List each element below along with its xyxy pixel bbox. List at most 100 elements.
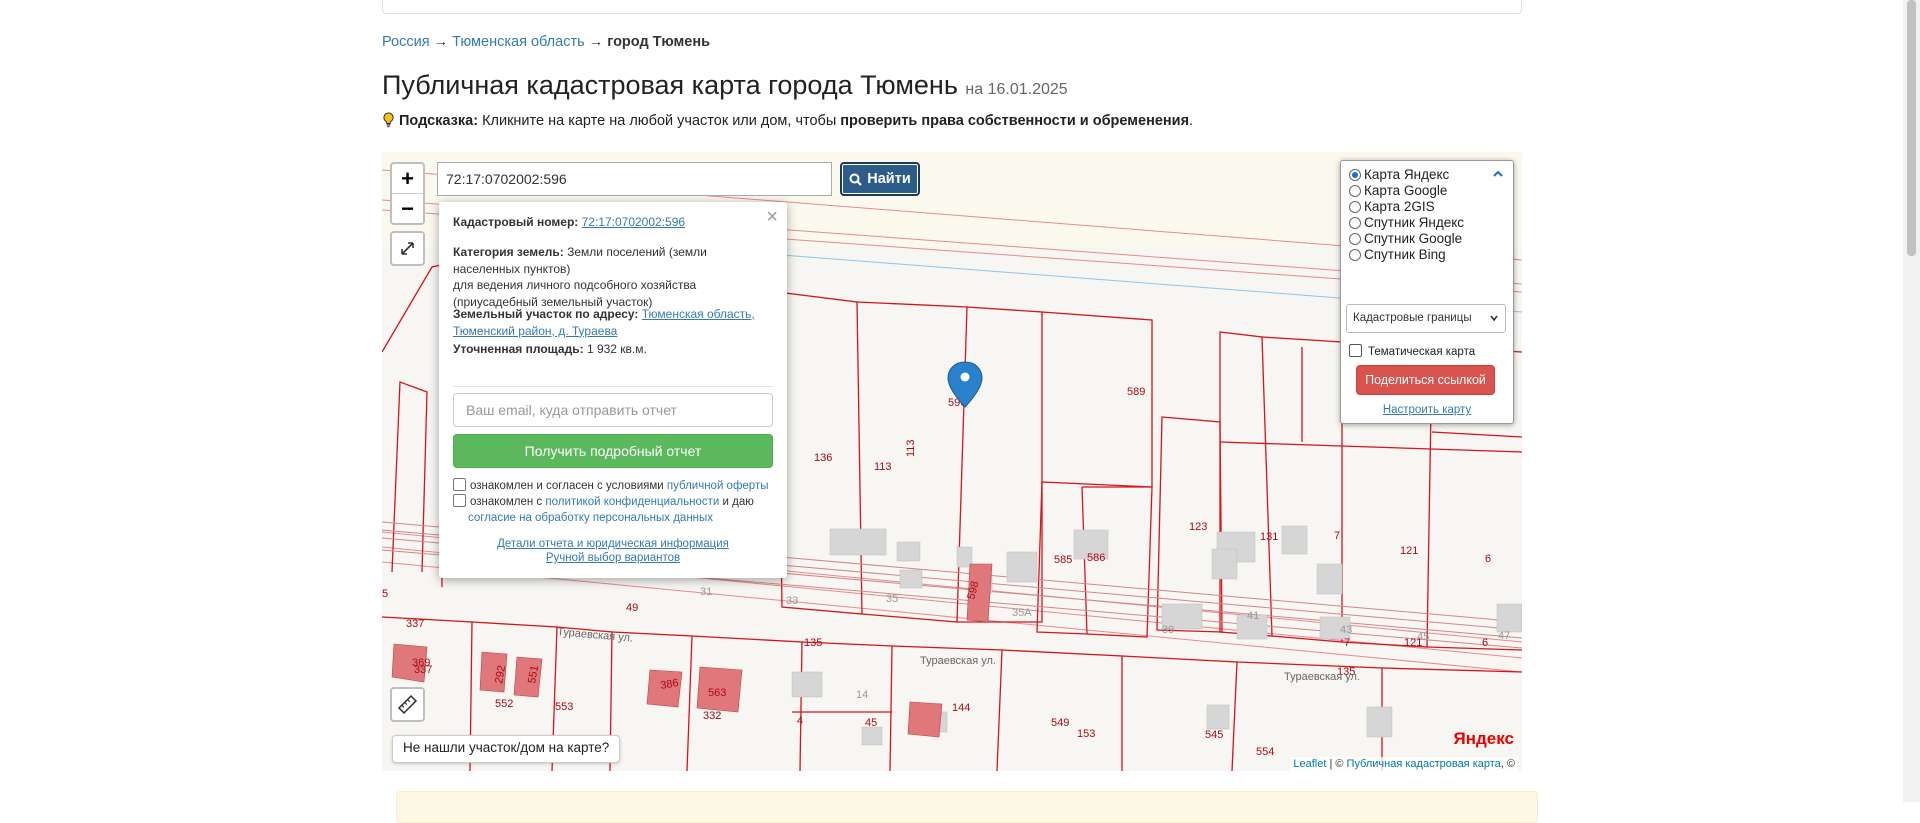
zoom-out-button[interactable]: − xyxy=(392,193,423,223)
layer-option-google-satellite[interactable]: Спутник Google xyxy=(1349,231,1462,246)
thematic-checkbox[interactable] xyxy=(1349,344,1362,357)
plot-label: 49 xyxy=(626,602,638,614)
radio-button[interactable] xyxy=(1349,216,1361,229)
plot-label: 554 xyxy=(1256,746,1274,758)
privacy-policy-link[interactable]: политикой конфиденциальности xyxy=(545,496,719,508)
breadcrumb-russia[interactable]: Россия xyxy=(382,34,430,50)
offer-text: ознакомлен и согласен с условиями xyxy=(470,480,664,492)
breadcrumb-separator: → xyxy=(433,34,449,50)
layer-option-google-map[interactable]: Карта Google xyxy=(1349,183,1447,198)
cadastral-number-link[interactable]: 72:17:0702002:596 xyxy=(582,215,685,229)
plot-label: 153 xyxy=(1077,728,1095,740)
breadcrumb-tyumen-region[interactable]: Тюменская область xyxy=(452,34,585,50)
street-label: Тураевская ул. xyxy=(1284,671,1360,683)
offer-checkbox[interactable] xyxy=(453,478,466,491)
plot-label: 35 xyxy=(886,593,898,605)
plot-label: 39 xyxy=(1162,624,1174,636)
plot-label: 33 xyxy=(786,595,798,607)
zoom-in-button[interactable]: + xyxy=(392,164,423,193)
chevron-up-icon[interactable] xyxy=(1493,169,1503,179)
layer-option-label: Спутник Google xyxy=(1364,231,1463,246)
radio-button[interactable] xyxy=(1349,232,1361,245)
radio-button[interactable] xyxy=(1349,184,1361,197)
layer-option-yandex-map[interactable]: Карта Яндекс xyxy=(1349,167,1449,182)
hint-bold: проверить права собственности и обремене… xyxy=(840,113,1190,129)
plot-info-popup: × Кадастровый номер: 72:17:0702002:596 К… xyxy=(439,202,787,578)
scrollbar-thumb[interactable] xyxy=(1907,0,1916,256)
thematic-label: Тематическая карта xyxy=(1368,346,1476,358)
hint: Подсказка: Кликните на карте на любой уч… xyxy=(382,112,1193,129)
cadastral-map[interactable]: 112 136 113 113 596 589 123 131 7 121 6 … xyxy=(382,152,1522,771)
plot-label: 41 xyxy=(1247,610,1259,622)
plot-label: 7 xyxy=(1334,530,1340,542)
manual-selection-link[interactable]: Ручной выбор вариантов xyxy=(546,552,680,564)
share-link-button[interactable]: Поделиться ссылкой xyxy=(1356,365,1495,395)
plot-label: 586 xyxy=(1087,552,1105,564)
page-scrollbar[interactable] xyxy=(1903,0,1920,802)
radio-button[interactable] xyxy=(1349,248,1361,261)
fullscreen-button[interactable] xyxy=(390,231,425,266)
personal-data-consent-link[interactable]: согласие на обработку персональных данны… xyxy=(468,512,713,524)
public-cadastral-map-link[interactable]: Публичная кадастровая карта xyxy=(1347,758,1501,770)
plot-label: 589 xyxy=(1127,386,1145,398)
privacy-text: ознакомлен с xyxy=(470,496,543,508)
ruler-icon xyxy=(397,694,418,715)
layer-option-label: Карта Яндекс xyxy=(1364,167,1450,182)
plot-label: 113 xyxy=(905,439,917,457)
plot-label: 563 xyxy=(708,687,726,699)
overlay-select[interactable]: Кадастровые границы xyxy=(1346,304,1506,333)
privacy-checkbox[interactable] xyxy=(453,494,466,507)
find-button-label: Найти xyxy=(867,171,911,187)
radio-button[interactable] xyxy=(1349,168,1361,181)
overlay-select-value: Кадастровые границы xyxy=(1353,312,1472,324)
expand-icon xyxy=(401,242,414,255)
search-icon xyxy=(849,173,863,186)
email-field[interactable]: Ваш email, куда отправить отчет xyxy=(453,393,773,427)
area-label: Уточненная площадь: xyxy=(453,342,584,356)
address-row: Земельный участок по адресу: Тюменская о… xyxy=(453,306,763,339)
plot-label: 6 xyxy=(1482,637,1488,649)
plot-label: 47 xyxy=(1498,630,1510,642)
map-attribution: Leaflet | © Публичная кадастровая карта,… xyxy=(1290,757,1518,771)
offer-link[interactable]: публичной оферты xyxy=(667,480,769,492)
thematic-map-option[interactable]: Тематическая карта xyxy=(1349,344,1475,358)
plot-label: 545 xyxy=(1205,729,1223,741)
plot-label: 6 xyxy=(1485,553,1491,565)
plot-label: 7 xyxy=(1344,637,1350,649)
layer-option-bing-satellite[interactable]: Спутник Bing xyxy=(1349,247,1446,262)
find-button[interactable]: Найти xyxy=(840,162,920,196)
layer-option-label: Карта 2GIS xyxy=(1364,199,1435,214)
radio-button[interactable] xyxy=(1349,200,1361,213)
report-details-link[interactable]: Детали отчета и юридическая информация xyxy=(497,538,729,550)
plot-label: 35А xyxy=(1012,607,1032,619)
layer-option-2gis-map[interactable]: Карта 2GIS xyxy=(1349,199,1435,214)
privacy-mid-text: и даю xyxy=(722,496,754,508)
measure-button[interactable] xyxy=(390,687,425,722)
plot-label: 553 xyxy=(555,701,573,713)
close-icon[interactable]: × xyxy=(766,206,778,229)
hint-text: Кликните на карте на любой участок или д… xyxy=(482,113,837,129)
plot-label: 121 xyxy=(1404,637,1422,649)
cadastral-search-input[interactable] xyxy=(437,162,832,196)
attribution-tail: , © xyxy=(1500,758,1515,770)
plot-label: 131 xyxy=(1260,531,1278,543)
plot-label: 332 xyxy=(703,710,721,722)
offer-agreement: ознакомлен и согласен с условиями публич… xyxy=(453,478,769,494)
hint-label: Подсказка: xyxy=(399,113,479,129)
plot-label: 5 xyxy=(382,588,388,600)
leaflet-link[interactable]: Leaflet xyxy=(1293,758,1326,770)
get-report-button[interactable]: Получить подробный отчет xyxy=(453,434,773,468)
layer-option-yandex-satellite[interactable]: Спутник Яндекс xyxy=(1349,215,1464,230)
plot-label: 123 xyxy=(1189,521,1207,533)
plot-label: 144 xyxy=(952,702,970,714)
not-found-button[interactable]: Не нашли участок/дом на карте? xyxy=(392,735,621,763)
configure-map-link[interactable]: Настроить карту xyxy=(1341,404,1513,416)
attribution-sep: | xyxy=(1329,758,1333,770)
street-label: Тураевская ул. xyxy=(920,655,996,667)
plot-label: 136 xyxy=(814,452,832,464)
plot-label: 369 xyxy=(412,657,430,669)
area-value: 1 932 кв.м. xyxy=(586,342,647,356)
zoom-control: + − xyxy=(390,162,425,225)
cadastral-number-label: Кадастровый номер: xyxy=(453,215,579,229)
layer-option-label: Спутник Bing xyxy=(1364,247,1446,262)
